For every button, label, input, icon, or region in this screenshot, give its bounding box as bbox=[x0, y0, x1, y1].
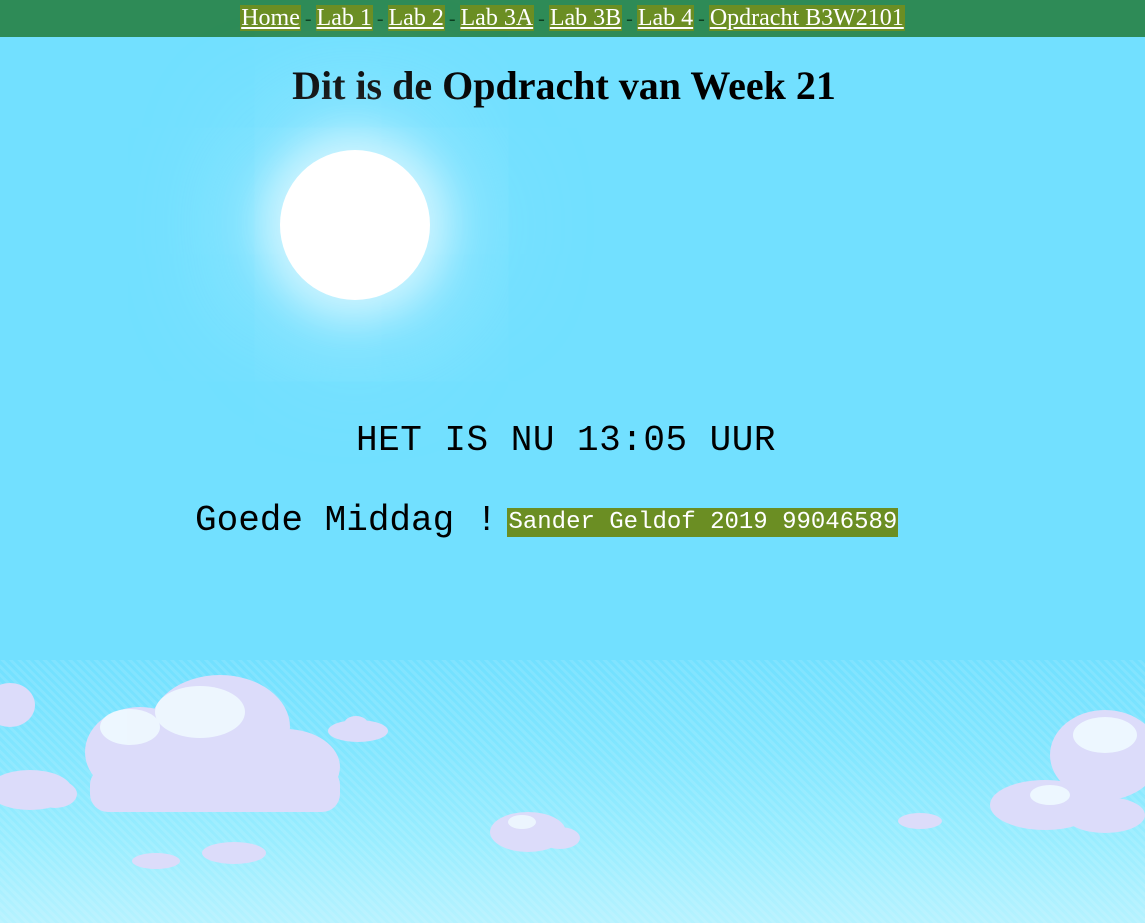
greeting-row: Goede Middag ! Sander Geldof 2019 990465… bbox=[195, 500, 899, 541]
nav-link-lab-3a[interactable]: Lab 3A bbox=[459, 5, 535, 31]
nav-link-lab-2[interactable]: Lab 2 bbox=[387, 5, 445, 31]
nav-separator: - bbox=[376, 8, 384, 30]
cloud-icon bbox=[990, 710, 1145, 833]
nav-link-lab-1[interactable]: Lab 1 bbox=[315, 5, 373, 31]
nav-link-home[interactable]: Home bbox=[240, 5, 301, 31]
cloud-icon bbox=[132, 853, 180, 869]
nav-link-opdracht[interactable]: Opdracht B3W2101 bbox=[708, 5, 905, 31]
page-title: Dit is de Opdracht van Week 21 bbox=[292, 63, 836, 108]
nav-separator: - bbox=[304, 8, 312, 30]
cloud-icon bbox=[202, 842, 266, 864]
cloud-icon bbox=[0, 683, 35, 727]
cloud-icon bbox=[898, 813, 942, 829]
author-badge: Sander Geldof 2019 99046589 bbox=[507, 508, 899, 537]
nav-separator: - bbox=[448, 8, 456, 30]
nav-separator: - bbox=[626, 8, 633, 30]
nav-separator: - bbox=[538, 8, 545, 30]
greeting-text: Goede Middag ! bbox=[195, 500, 498, 541]
cloud-icon bbox=[328, 716, 388, 742]
nav-separator: - bbox=[698, 8, 705, 30]
nav-link-lab-3b[interactable]: Lab 3B bbox=[548, 5, 623, 31]
nav-link-lab-4[interactable]: Lab 4 bbox=[636, 5, 695, 31]
time-display: HET IS NU 13:05 UUR bbox=[356, 420, 776, 461]
cloud-icon bbox=[85, 675, 340, 812]
cloud-icon bbox=[490, 812, 580, 852]
cloud-icon bbox=[0, 770, 77, 810]
sun-icon bbox=[280, 150, 430, 300]
top-nav: Home - Lab 1- Lab 2- Lab 3A - Lab 3B - Lab 4- Opd… bbox=[0, 0, 1145, 37]
